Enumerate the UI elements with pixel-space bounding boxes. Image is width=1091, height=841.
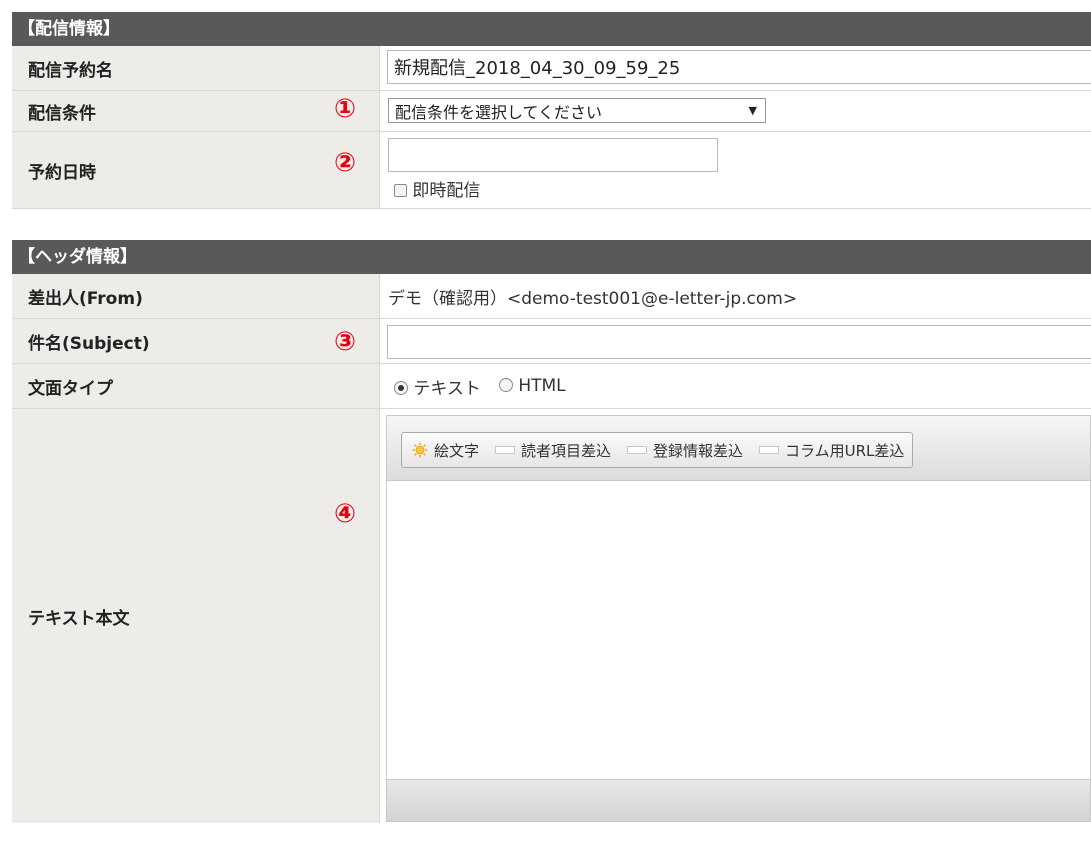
subject-marker: ③ — [334, 327, 357, 357]
text-body-marker: ④ — [334, 499, 357, 529]
delivery-info-header: 【配信情報】 — [12, 12, 1091, 46]
subject-row: 件名(Subject) ③ — [12, 319, 1091, 364]
from-cell: デモ（確認用）<demo-test001@e-letter-jp.com> — [380, 274, 1091, 318]
datetime-marker: ② — [334, 148, 357, 178]
insert-reader-fields-label: 読者項目差込 — [521, 441, 612, 460]
datetime-row: 予約日時 ② 即時配信 — [12, 132, 1091, 209]
editor-toolbar-area: 絵文字 読者項目差込 登録情報差込 コラム用URL差込 — [386, 415, 1091, 480]
radio-html-button[interactable] — [498, 378, 513, 392]
from-label: 差出人(From) — [12, 274, 380, 318]
subject-label-text: 件名(Subject) — [28, 333, 150, 354]
editor-footer-bar — [386, 780, 1091, 822]
radio-text-option[interactable]: テキスト — [394, 374, 481, 399]
datetime-label: 予約日時 ② — [12, 132, 380, 208]
text-body-label-text: テキスト本文 — [28, 608, 130, 629]
text-body-cell: 絵文字 読者項目差込 登録情報差込 コラム用URL差込 — [380, 409, 1091, 823]
sun-icon — [412, 442, 428, 458]
insert-column-url-button[interactable]: コラム用URL差込 — [759, 440, 904, 461]
insert-registration-info-label: 登録情報差込 — [653, 441, 744, 460]
immediate-delivery-label: 即時配信 — [412, 181, 481, 201]
immediate-delivery-checkbox[interactable] — [394, 184, 407, 197]
radio-text-button[interactable] — [394, 380, 408, 395]
radio-text-label: テキスト — [413, 378, 481, 399]
condition-label: 配信条件 ① — [12, 91, 380, 131]
reservation-name-row: 配信予約名 — [12, 46, 1091, 91]
datetime-label-text: 予約日時 — [28, 162, 96, 183]
editor-toolbar: 絵文字 読者項目差込 登録情報差込 コラム用URL差込 — [401, 432, 914, 468]
format-type-label: 文面タイプ — [12, 364, 380, 408]
emoji-button[interactable]: 絵文字 — [412, 440, 479, 461]
reservation-name-cell — [380, 46, 1091, 90]
format-type-cell: テキスト HTML — [380, 364, 1091, 408]
field-box-icon — [495, 446, 516, 454]
radio-html-option[interactable]: HTML — [498, 376, 566, 396]
header-info-section: 【ヘッダ情報】 差出人(From) デモ（確認用）<demo-test001@e… — [12, 240, 1091, 823]
insert-registration-info-button[interactable]: 登録情報差込 — [627, 440, 743, 461]
condition-label-text: 配信条件 — [28, 103, 96, 124]
from-row: 差出人(From) デモ（確認用）<demo-test001@e-letter-… — [12, 274, 1091, 319]
text-body-row: テキスト本文 ④ 絵文字 読者項目差込 登録情報差込 コラム用URL差込 — [12, 409, 1091, 823]
from-value: デモ（確認用）<demo-test001@e-letter-jp.com> — [388, 288, 798, 309]
field-box-icon — [759, 446, 780, 454]
header-info-header: 【ヘッダ情報】 — [12, 240, 1091, 274]
condition-marker: ① — [334, 94, 357, 124]
subject-cell — [380, 319, 1091, 363]
condition-select[interactable]: 配信条件を選択してください ▼ — [388, 98, 766, 123]
radio-html-label: HTML — [518, 376, 566, 396]
insert-column-url-label: コラム用URL差込 — [785, 441, 905, 460]
reservation-name-label: 配信予約名 — [12, 46, 380, 90]
condition-row: 配信条件 ① 配信条件を選択してください ▼ — [12, 91, 1091, 132]
subject-input[interactable] — [387, 325, 1091, 359]
subject-label: 件名(Subject) ③ — [12, 319, 380, 363]
datetime-input[interactable] — [388, 138, 718, 172]
condition-selected-value: 配信条件を選択してください — [395, 102, 603, 122]
reservation-name-input[interactable] — [387, 50, 1091, 84]
datetime-cell: 即時配信 — [380, 132, 1091, 208]
immediate-delivery-option[interactable]: 即時配信 — [394, 176, 480, 201]
text-body-label: テキスト本文 ④ — [12, 409, 380, 823]
field-box-icon — [627, 446, 648, 454]
format-type-row: 文面タイプ テキスト HTML — [12, 364, 1091, 409]
condition-cell: 配信条件を選択してください ▼ — [380, 91, 1091, 131]
delivery-info-section: 【配信情報】 配信予約名 配信条件 ① 配信条件を選択してください ▼ 予約日時… — [12, 12, 1091, 209]
insert-reader-fields-button[interactable]: 読者項目差込 — [495, 440, 611, 461]
dropdown-arrow-icon: ▼ — [748, 104, 757, 117]
text-body-editor[interactable] — [386, 480, 1091, 780]
emoji-button-label: 絵文字 — [434, 441, 480, 460]
